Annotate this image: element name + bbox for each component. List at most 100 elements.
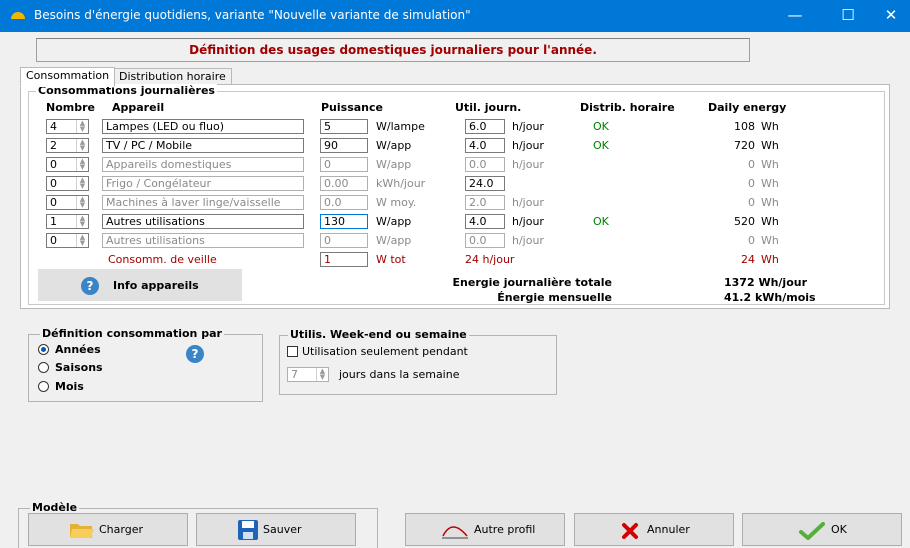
energy-value: 0 [748,158,755,171]
standby-power-unit: W tot [376,253,406,266]
weekend-checkbox[interactable] [287,346,298,357]
days-spinner[interactable]: 7 ▲ ▼ [287,367,329,382]
cancel-x-icon [622,523,638,539]
power-unit: W/app [376,215,412,228]
distrib-status[interactable]: OK [593,119,609,134]
energy-unit: Wh [761,196,779,209]
radio-annees-label[interactable]: Années [55,342,101,357]
count-spinner[interactable]: 2 ▲ ▼ [46,138,89,153]
ok-button[interactable]: OK [742,513,902,546]
col-count-header: Nombre [46,101,95,114]
weekend-group-title: Utilis. Week-end ou semaine [288,328,469,341]
power-field[interactable]: 5 [320,119,368,134]
tab-consommation[interactable]: Consommation [20,67,116,87]
count-spinner[interactable]: 0 ▲ ▼ [46,176,89,191]
power-field[interactable]: 130 [320,214,368,229]
radio-annees[interactable] [38,344,49,355]
power-unit: W/app [376,139,412,152]
energy-value: 0 [748,196,755,209]
annuler-button[interactable]: Annuler [574,513,734,546]
charger-button[interactable]: Charger [28,513,188,546]
energy-unit: Wh [761,158,779,171]
count-value: 0 [50,177,57,190]
radio-mois-label[interactable]: Mois [55,379,84,394]
days-value: 7 [291,368,298,381]
usage-field[interactable]: 0.0 [465,233,505,248]
usage-unit: h/jour [512,139,544,152]
annuler-label: Annuler [647,523,690,536]
count-value: 0 [50,196,57,209]
usage-field[interactable]: 24.0 [465,176,505,191]
standby-power-field[interactable]: 1 [320,252,368,267]
count-spinner[interactable]: 0 ▲ ▼ [46,195,89,210]
power-field[interactable]: 90 [320,138,368,153]
page-banner: Définition des usages domestiques journa… [36,38,750,62]
help-icon[interactable]: ? [186,345,204,363]
device-field[interactable]: Appareils domestiques [102,157,304,172]
monthly-total-value: 41.2 kWh/mois [724,291,816,304]
count-value: 1 [50,215,57,228]
usage-field[interactable]: 4.0 [465,214,505,229]
spin-arrows-icon[interactable]: ▲ ▼ [76,177,88,190]
spin-arrows-icon[interactable]: ▲ ▼ [316,368,328,381]
col-usage-header: Util. journ. [455,101,522,114]
standby-energy-unit: Wh [761,253,779,266]
radio-mois[interactable] [38,381,49,392]
spin-arrows-icon[interactable]: ▲ ▼ [76,234,88,247]
count-spinner[interactable]: 0 ▲ ▼ [46,233,89,248]
col-power-header: Puissance [321,101,383,114]
count-spinner[interactable]: 4 ▲ ▼ [46,119,89,134]
device-field[interactable]: Frigo / Congélateur [102,176,304,191]
energy-value: 720 [734,139,755,152]
power-field[interactable]: 0 [320,157,368,172]
usage-unit: h/jour [512,196,544,209]
spin-arrows-icon[interactable]: ▲ ▼ [76,120,88,133]
radio-saisons-label[interactable]: Saisons [55,360,103,375]
window-title: Besoins d'énergie quotidiens, variante "… [34,8,471,22]
device-field[interactable]: Autres utilisations [102,214,304,229]
sauver-button[interactable]: Sauver [196,513,356,546]
usage-field[interactable]: 2.0 [465,195,505,210]
standby-usage: 24 h/jour [465,253,515,266]
col-energy-header: Daily energy [708,101,787,114]
title-bar: Besoins d'énergie quotidiens, variante "… [0,0,910,32]
info-appareils-button[interactable]: ? Info appareils [38,269,242,301]
energy-value: 108 [734,120,755,133]
count-value: 0 [50,158,57,171]
device-field[interactable]: Autres utilisations [102,233,304,248]
usage-field[interactable]: 4.0 [465,138,505,153]
power-field[interactable]: 0.0 [320,195,368,210]
energy-unit: Wh [761,215,779,228]
app-sun-icon [11,12,25,19]
ok-label: OK [831,523,847,536]
floppy-save-icon [238,520,258,540]
close-button[interactable]: ✕ [872,0,910,32]
energy-unit: Wh [761,120,779,133]
radio-saisons[interactable] [38,362,49,373]
minimize-button[interactable]: — [772,0,818,32]
device-field[interactable]: Lampes (LED ou fluo) [102,119,304,134]
power-field[interactable]: 0 [320,233,368,248]
definition-group-title: Définition consommation par [40,327,224,340]
help-icon: ? [81,277,99,295]
count-spinner[interactable]: 0 ▲ ▼ [46,157,89,172]
device-field[interactable]: Machines à laver linge/vaisselle [102,195,304,210]
usage-field[interactable]: 6.0 [465,119,505,134]
distrib-status[interactable]: OK [593,214,609,229]
energy-unit: Wh [761,234,779,247]
weekend-checkbox-label[interactable]: Utilisation seulement pendant [302,344,468,359]
monthly-total-label: Énergie mensuelle [497,291,612,304]
spin-arrows-icon[interactable]: ▲ ▼ [76,215,88,228]
spin-arrows-icon[interactable]: ▲ ▼ [76,139,88,152]
count-spinner[interactable]: 1 ▲ ▼ [46,214,89,229]
power-unit: W/app [376,158,412,171]
maximize-button[interactable]: ☐ [825,0,871,32]
spin-arrows-icon[interactable]: ▲ ▼ [76,158,88,171]
power-field[interactable]: 0.00 [320,176,368,191]
autre-profil-button[interactable]: Autre profil [405,513,565,546]
usage-unit: h/jour [512,215,544,228]
distrib-status[interactable]: OK [593,138,609,153]
usage-field[interactable]: 0.0 [465,157,505,172]
spin-arrows-icon[interactable]: ▲ ▼ [76,196,88,209]
device-field[interactable]: TV / PC / Mobile [102,138,304,153]
